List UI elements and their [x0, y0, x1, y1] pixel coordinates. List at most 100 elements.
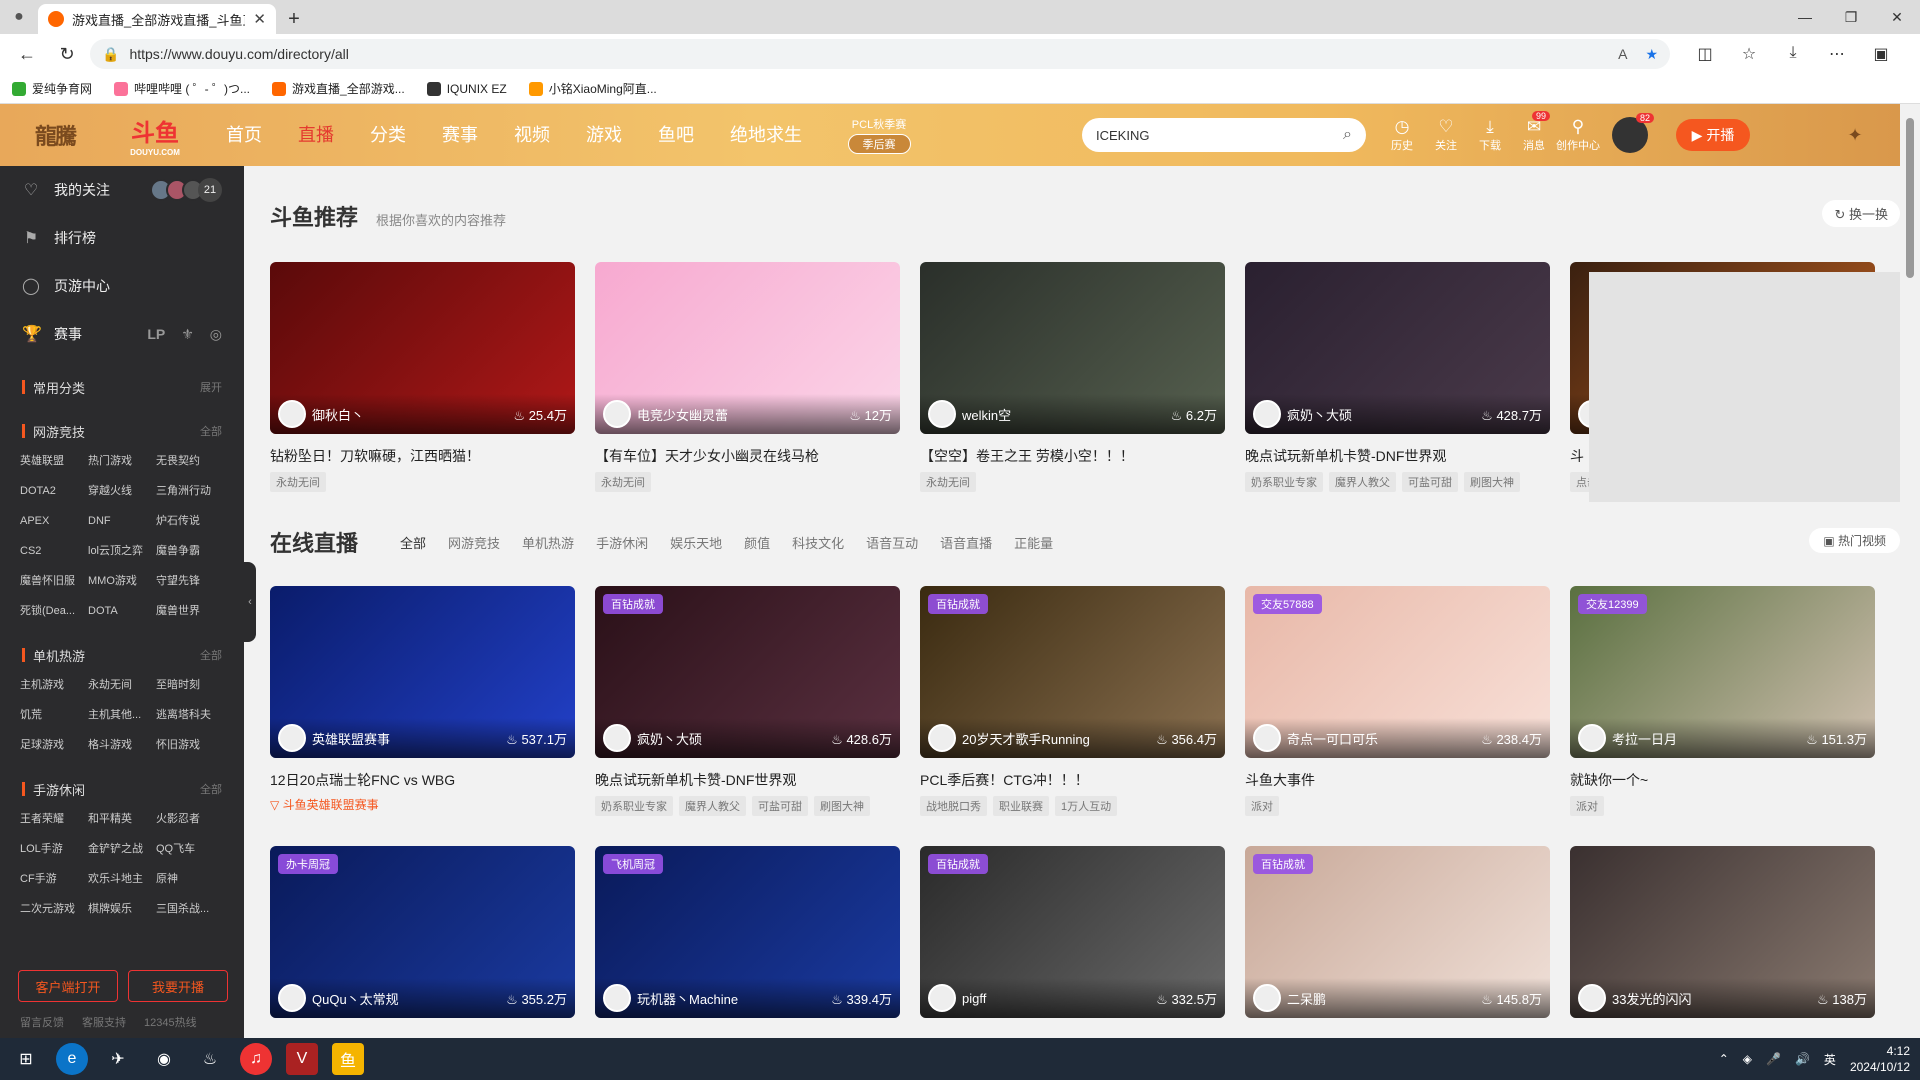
creator-center-button[interactable]: ⚲ 创作中心 [1556, 117, 1600, 153]
streamer-name[interactable]: 20岁天才歌手Running [962, 729, 1090, 748]
stream-card[interactable]: 英雄联盟赛事 ♨ 537.1万 12日20点瑞士轮FNC vs WBG ▽ 斗鱼英雄联… [270, 586, 575, 819]
stream-card[interactable]: welkin空 ♨ 6.2万 【空空】卷王之王 劳模小空！！！ 永劫无间 [920, 262, 1225, 492]
category-link[interactable]: DNF [88, 506, 156, 536]
stream-thumbnail[interactable]: 飞机周冠 玩机器丶Machine ♨ 339.4万 [595, 846, 900, 1018]
profile-icon[interactable]: ● [0, 0, 38, 34]
live-tab[interactable]: 语音互动 [866, 533, 918, 552]
streamer-avatar[interactable] [1253, 984, 1281, 1012]
close-window-icon[interactable]: ✕ [1874, 0, 1920, 34]
go-live-button[interactable]: 我要开播 [128, 970, 228, 1002]
stream-thumbnail[interactable]: 御秋白丶 ♨ 25.4万 [270, 262, 575, 434]
scrollbar[interactable] [1900, 104, 1920, 1038]
obs-icon[interactable]: ◉ [148, 1043, 180, 1075]
nav-live[interactable]: 直播 [280, 104, 352, 166]
bookmark[interactable]: 游戏直播_全部游戏... [272, 80, 405, 97]
stream-thumbnail[interactable]: 办卡周冠 QuQu丶太常规 ♨ 355.2万 [270, 846, 575, 1018]
streamer-name[interactable]: welkin空 [962, 405, 1011, 424]
stream-card[interactable]: 交友12399 考拉一日月 ♨ 151.3万 就缺你一个~ 派对 [1570, 586, 1875, 819]
network-icon[interactable]: ◈ [1743, 1052, 1752, 1066]
streamer-name[interactable]: 二呆鹏 [1287, 989, 1326, 1008]
search-input[interactable]: ICEKING ⌕ [1082, 118, 1366, 152]
favorites-icon[interactable]: ☆ [1732, 44, 1766, 64]
category-link[interactable]: 棋牌娱乐 [88, 894, 156, 924]
stream-card[interactable]: 百钻成就 pigff ♨ 332.5万 [920, 846, 1225, 1018]
stream-thumbnail[interactable]: 百钻成就 20岁天才歌手Running ♨ 356.4万 [920, 586, 1225, 758]
category-link[interactable]: 守望先锋 [156, 566, 224, 596]
nav-pubg[interactable]: 绝地求生 [712, 104, 820, 166]
category-link[interactable]: 和平精英 [88, 804, 156, 834]
user-avatar[interactable]: 82 [1612, 113, 1654, 153]
stream-thumbnail[interactable]: 交友12399 考拉一日月 ♨ 151.3万 [1570, 586, 1875, 758]
category-link[interactable]: 无畏契约 [156, 446, 224, 476]
download-icon[interactable]: ⤓ [1776, 44, 1810, 64]
app-icon[interactable]: ✈ [102, 1043, 134, 1075]
stream-title[interactable]: 斗鱼大事件 [1245, 770, 1550, 790]
streamer-name[interactable]: 33发光的闪闪 [1612, 989, 1691, 1008]
stream-tag[interactable]: 1万人互动 [1055, 796, 1118, 816]
category-link[interactable]: LOL手游 [20, 834, 88, 864]
split-screen-icon[interactable]: ◫ [1688, 44, 1722, 64]
reload-icon[interactable]: ↻ [50, 38, 84, 70]
stream-title[interactable]: 12日20点瑞士轮FNC vs WBG [270, 770, 575, 790]
streamer-avatar[interactable] [1578, 984, 1606, 1012]
nav-games[interactable]: 游戏 [568, 104, 640, 166]
nav-yuba[interactable]: 鱼吧 [640, 104, 712, 166]
streamer-name[interactable]: 疯奶丶大硕 [637, 729, 702, 748]
category-link[interactable]: 英雄联盟 [20, 446, 88, 476]
stream-title[interactable]: 晚点试玩新单机卡赞-DNF世界观 [595, 770, 900, 790]
mic-icon[interactable]: 🎤 [1766, 1052, 1781, 1066]
sidebar-item-webgame[interactable]: ◯ 页游中心 [0, 262, 244, 310]
category-link[interactable]: 死锁(Dea... [20, 596, 88, 626]
category-link[interactable]: 炉石传说 [156, 506, 224, 536]
stream-card[interactable]: 百钻成就 二呆鹏 ♨ 145.8万 [1245, 846, 1550, 1018]
streamer-avatar[interactable] [603, 400, 631, 428]
nav-category[interactable]: 分类 [352, 104, 424, 166]
stream-card[interactable]: 疯奶丶大硕 ♨ 428.7万 晚点试玩新单机卡赞-DNF世界观 奶系职业专家 魔界人教父… [1245, 262, 1550, 492]
stream-tag[interactable]: 永劫无间 [595, 472, 651, 492]
nav-home[interactable]: 首页 [208, 104, 280, 166]
category-link[interactable]: CF手游 [20, 864, 88, 894]
category-link[interactable]: APEX [20, 506, 88, 536]
stream-tag[interactable]: 永劫无间 [920, 472, 976, 492]
minimize-icon[interactable]: — [1782, 0, 1828, 34]
streamer-avatar[interactable] [1253, 400, 1281, 428]
volume-icon[interactable]: 🔊 [1795, 1052, 1810, 1066]
stream-tag[interactable]: 可盐可甜 [752, 796, 808, 816]
category-link[interactable]: 至暗时刻 [156, 670, 224, 700]
category-link[interactable]: 热门游戏 [88, 446, 156, 476]
steam-icon[interactable]: ♨ [194, 1043, 226, 1075]
lpl-icon[interactable]: LP [147, 326, 165, 343]
category-link[interactable]: 火影忍者 [156, 804, 224, 834]
streamer-name[interactable]: 英雄联盟赛事 [312, 729, 390, 748]
download-button[interactable]: ⤓ 下载 [1468, 117, 1512, 153]
stream-thumbnail[interactable]: 33发光的闪闪 ♨ 138万 [1570, 846, 1875, 1018]
stream-tag[interactable]: 奶系职业专家 [1245, 472, 1323, 492]
stream-tag[interactable]: 派对 [1570, 796, 1604, 816]
category-link[interactable]: 穿越火线 [88, 476, 156, 506]
streamer-name[interactable]: 疯奶丶大硕 [1287, 405, 1352, 424]
streamer-name[interactable]: 考拉一日月 [1612, 729, 1677, 748]
hot-video-button[interactable]: ▣ 热门视频 [1809, 528, 1900, 553]
start-live-button[interactable]: ▶ 开播 [1676, 119, 1750, 151]
tray-expand-icon[interactable]: ⌃ [1719, 1052, 1729, 1066]
live-tab[interactable]: 正能量 [1014, 533, 1053, 552]
sidebar-item-ranking[interactable]: ⚑ 排行榜 [0, 214, 244, 262]
feedback-link[interactable]: 留言反馈 [20, 1014, 64, 1030]
live-tab[interactable]: 科技文化 [792, 533, 844, 552]
category-link[interactable]: 永劫无间 [88, 670, 156, 700]
back-icon[interactable]: ← [10, 38, 44, 70]
stream-tag[interactable]: 永劫无间 [270, 472, 326, 492]
category-link[interactable]: 三国杀战... [156, 894, 224, 924]
streamer-avatar[interactable] [278, 400, 306, 428]
dota2-icon[interactable]: ◎ [210, 326, 222, 343]
category-link[interactable]: 逃离塔科夫 [156, 700, 224, 730]
douyu-logo[interactable]: 斗鱼 DOUYU.COM [110, 115, 200, 157]
stream-thumbnail[interactable]: 英雄联盟赛事 ♨ 537.1万 [270, 586, 575, 758]
follow-button[interactable]: ♡ 关注 [1424, 117, 1468, 153]
category-link[interactable]: 魔兽世界 [156, 596, 224, 626]
stream-card[interactable]: 办卡周冠 QuQu丶太常规 ♨ 355.2万 [270, 846, 575, 1018]
live-tab[interactable]: 手游休闲 [596, 533, 648, 552]
stream-card[interactable]: 飞机周冠 玩机器丶Machine ♨ 339.4万 [595, 846, 900, 1018]
streamer-avatar[interactable] [1578, 724, 1606, 752]
stream-thumbnail[interactable]: 百钻成就 pigff ♨ 332.5万 [920, 846, 1225, 1018]
